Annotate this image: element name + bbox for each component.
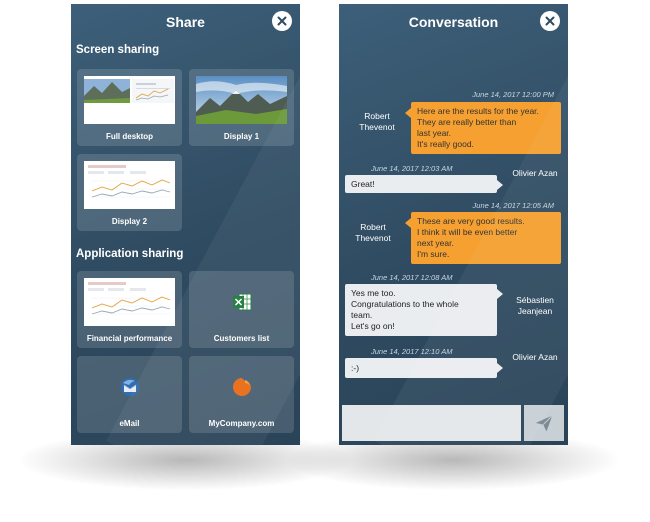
message-line: team. [351,310,373,321]
tile-email[interactable]: eMail [77,356,182,433]
message-line: Here are the results for the year. [417,106,539,116]
message-bubble: :-) [345,358,503,378]
message-bubble: Here are the results for the year. They … [405,102,561,155]
message-line: These are very good results. [417,216,525,226]
tile-display-2[interactable]: Display 2 [77,154,182,231]
send-icon [535,415,553,432]
message-line: Yes me too. [351,288,396,298]
thunderbird-icon [120,378,139,396]
conversation-title: Conversation [408,14,499,30]
close-icon [277,16,287,26]
message-line: Let's go on! [351,321,395,332]
tile-label: Display 1 [223,132,260,141]
tile-label: Display 2 [111,217,148,226]
message-line: I think it will be even better [417,227,518,238]
message-line: They are really better than [417,117,517,128]
full-desktop-thumbnail [84,76,175,124]
screen-sharing-title: Screen sharing [76,44,160,56]
message-timestamp: June 14, 2017 12:08 AM [371,273,453,282]
tile-customers-list[interactable]: Customers list [189,271,294,348]
tile-label: Customers list [213,334,270,343]
message-sender: Olivier Azan [512,168,558,178]
share-close-button[interactable] [272,11,292,31]
desktop-preview-image [84,76,175,124]
share-title: Share [166,14,205,30]
message-line: next year. [417,238,454,249]
display-2-thumbnail [84,161,175,209]
firefox-icon [232,378,251,396]
financial-performance-thumbnail [84,278,175,326]
display-1-thumbnail [196,76,287,124]
tile-label: Full desktop [105,132,154,141]
application-sharing-title: Application sharing [76,248,184,260]
message-line: Congratulations to the whole [351,299,459,310]
conversation-close-button[interactable] [540,11,560,31]
tile-label: MyCompany.com [208,419,275,428]
tile-label: Financial performance [86,334,173,343]
report-preview-image [84,278,175,326]
message-timestamp: June 14, 2017 12:00 PM [472,90,554,99]
tile-display-1[interactable]: Display 1 [189,69,294,146]
message-sender: Robert Thevenot [359,111,395,132]
message-sender: Olivier Azan [512,352,558,362]
tile-mycompany[interactable]: MyCompany.com [189,356,294,433]
message-sender: Robert Thevenot [355,222,391,243]
message-sender: Sébastien Jeanjean [516,295,554,316]
message-line: It's really good. [417,139,474,150]
tile-label: eMail [119,419,140,428]
tile-financial-performance[interactable]: Financial performance [77,271,182,348]
message-input[interactable] [342,405,521,441]
tile-full-desktop[interactable]: Full desktop [77,69,182,146]
mountain-landscape-image [196,76,287,124]
conversation-panel: Conversation June 14, 2017 12:00 PM Robe… [339,4,568,445]
share-panel: Share Screen sharing Full desktop Displa… [71,4,300,445]
send-button[interactable] [524,405,564,441]
close-icon [545,16,555,26]
message-timestamp: June 14, 2017 12:03 AM [371,164,453,173]
message-timestamp: June 14, 2017 12:10 AM [371,347,453,356]
message-line: Great! [351,179,375,189]
message-line: I'm sure. [417,249,450,260]
message-timestamp: June 14, 2017 12:05 AM [472,201,554,210]
message-bubble: These are very good results. I think it … [405,212,561,265]
message-bubble: Great! [345,175,503,193]
excel-icon [232,293,251,311]
report-preview-image [84,161,175,209]
message-bubble: Yes me too. Congratulations to the whole… [345,284,503,337]
message-line: last year. [417,128,452,139]
message-line: :-) [351,363,360,373]
